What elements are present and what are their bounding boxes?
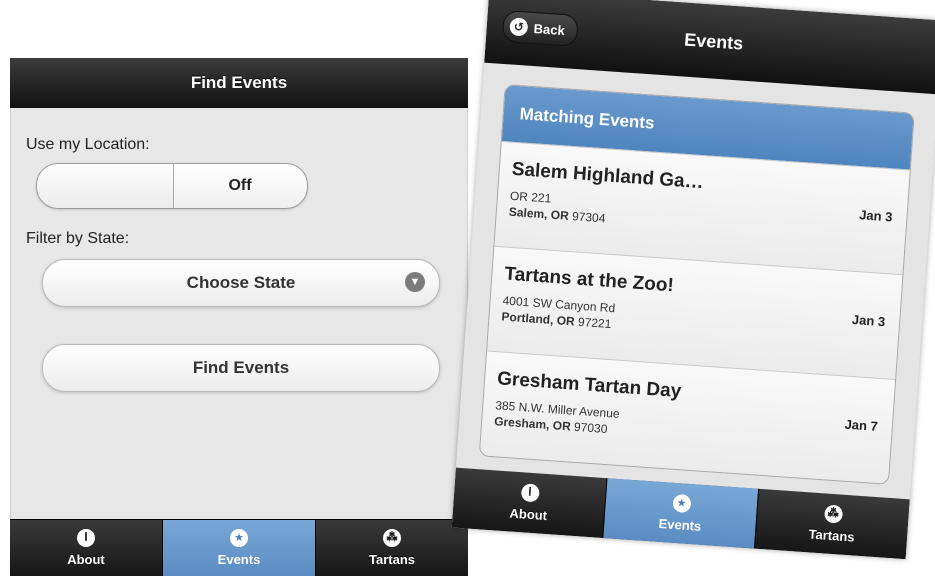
back-button-label: Back <box>533 20 566 38</box>
event-city-zip: Salem, OR 97304 <box>508 204 606 226</box>
tab-label: About <box>509 505 548 524</box>
location-toggle[interactable]: Off <box>36 163 308 209</box>
event-title: Salem Highland Ga… <box>511 158 705 194</box>
find-events-screen: Find Events Use my Location: Off Filter … <box>10 58 468 576</box>
events-list: Matching Events Salem Highland Ga… OR 22… <box>478 84 915 485</box>
tab-tartans[interactable]: ⁂ Tartans <box>755 489 910 559</box>
star-icon: ★ <box>671 493 692 514</box>
tab-label: Tartans <box>808 526 856 545</box>
grid-icon: ⁂ <box>823 504 843 524</box>
state-filter-label: Filter by State: <box>26 230 130 247</box>
tab-label: Events <box>658 515 702 534</box>
back-button[interactable]: ↺ Back <box>501 9 579 48</box>
info-icon: i <box>77 529 95 547</box>
state-select[interactable]: Choose State ▼ <box>42 259 440 307</box>
tab-about[interactable]: i About <box>10 520 163 576</box>
events-screen: ↺ Back Events Matching Events Salem High… <box>451 0 935 560</box>
tab-label: Tartans <box>369 552 415 567</box>
event-date: Jan 3 <box>858 207 893 225</box>
tab-events[interactable]: ★ Events <box>603 478 760 549</box>
header-bar: ↺ Back Events <box>484 0 935 95</box>
page-title: Events <box>683 29 744 54</box>
info-icon: i <box>520 483 540 503</box>
tab-label: Events <box>217 552 261 567</box>
tab-about[interactable]: i About <box>451 467 608 539</box>
event-title: Tartans at the Zoo! <box>503 263 675 297</box>
events-screen-wrapper: ↺ Back Events Matching Events Salem High… <box>451 0 935 560</box>
toggle-state-text: Off <box>228 177 252 194</box>
grid-icon: ⁂ <box>383 529 401 547</box>
location-label: Use my Location: <box>26 136 150 153</box>
tab-tartans[interactable]: ⁂ Tartans <box>316 520 468 576</box>
event-date: Jan 7 <box>844 416 879 434</box>
page-title: Find Events <box>190 73 288 92</box>
find-events-button[interactable]: Find Events <box>42 344 440 392</box>
event-address: OR 221 <box>509 188 552 206</box>
event-title: Gresham Tartan Day <box>496 368 682 403</box>
chevron-down-icon: ▼ <box>405 272 425 292</box>
back-arrow-icon: ↺ <box>509 17 529 37</box>
header-bar: Find Events <box>10 58 468 108</box>
tab-events[interactable]: ★ Events <box>163 520 316 576</box>
toggle-knob[interactable] <box>37 164 174 208</box>
state-select-value: Choose State <box>186 273 296 292</box>
tab-bar: i About ★ Events ⁂ Tartans <box>10 519 468 576</box>
tab-label: About <box>67 552 105 567</box>
star-icon: ★ <box>230 529 248 547</box>
find-events-button-label: Find Events <box>192 358 290 377</box>
event-date: Jan 3 <box>851 311 886 330</box>
